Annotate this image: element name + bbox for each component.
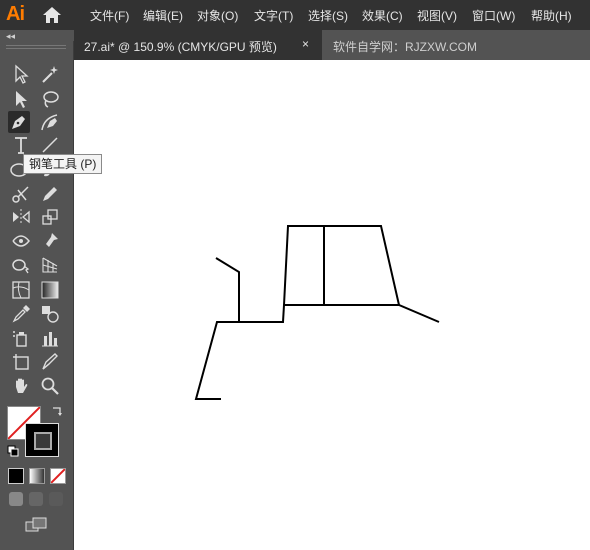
tab-label: 27.ai* @ 150.9% (CMYK/GPU 预览) bbox=[84, 40, 277, 54]
none-mode-button[interactable] bbox=[50, 468, 66, 484]
screen-mode-icon[interactable] bbox=[25, 517, 47, 533]
shape-builder-icon[interactable] bbox=[10, 254, 32, 276]
menu-help[interactable]: 帮助(H) bbox=[531, 7, 572, 24]
pen-tool-icon[interactable] bbox=[8, 111, 30, 133]
tab-document-27[interactable]: 27.ai* @ 150.9% (CMYK/GPU 预览) × bbox=[74, 30, 322, 60]
stroke-swatch[interactable] bbox=[25, 423, 59, 457]
menu-effect[interactable]: 效果(C) bbox=[362, 7, 403, 24]
default-fill-stroke-icon[interactable] bbox=[7, 445, 19, 457]
menu-view[interactable]: 视图(V) bbox=[417, 7, 457, 24]
gradient-icon[interactable] bbox=[39, 279, 61, 301]
panel-collapse-icon[interactable]: ◂◂ bbox=[6, 31, 15, 42]
reflect-icon[interactable] bbox=[10, 206, 32, 228]
eyedropper-icon[interactable] bbox=[10, 303, 32, 325]
stroke-swatch-inner bbox=[34, 432, 52, 450]
selection-tool-icon[interactable] bbox=[10, 63, 32, 85]
menu-window[interactable]: 窗口(W) bbox=[472, 7, 515, 24]
symbol-sprayer-icon[interactable] bbox=[10, 327, 32, 349]
scale-icon[interactable] bbox=[39, 206, 61, 228]
close-icon[interactable]: × bbox=[302, 37, 309, 51]
zoom-icon[interactable] bbox=[39, 375, 61, 397]
draw-behind-icon[interactable] bbox=[29, 492, 43, 506]
menu-object[interactable]: 对象(O) bbox=[197, 7, 238, 24]
magic-wand-icon[interactable] bbox=[39, 63, 61, 85]
home-icon[interactable] bbox=[42, 6, 62, 24]
menu-select[interactable]: 选择(S) bbox=[308, 7, 348, 24]
gradient-mode-button[interactable] bbox=[29, 468, 45, 484]
color-mode-button[interactable] bbox=[8, 468, 24, 484]
puppet-warp-icon[interactable] bbox=[39, 230, 61, 252]
pen-tool-tooltip: 钢笔工具 (P) bbox=[23, 154, 103, 174]
artboard-canvas[interactable] bbox=[74, 60, 590, 550]
app-logo: Ai bbox=[6, 3, 25, 25]
blend-icon[interactable] bbox=[39, 303, 61, 325]
eyedropper-pencil-icon[interactable] bbox=[39, 183, 61, 205]
curvature-icon[interactable] bbox=[39, 111, 61, 133]
artboard-icon[interactable] bbox=[10, 351, 32, 373]
swap-fill-stroke-icon[interactable] bbox=[51, 405, 63, 417]
hand-icon[interactable] bbox=[10, 375, 32, 397]
panel-grip[interactable] bbox=[6, 45, 66, 49]
menu-edit[interactable]: 编辑(E) bbox=[143, 7, 183, 24]
column-graph-icon[interactable] bbox=[39, 327, 61, 349]
slice-icon[interactable] bbox=[39, 351, 61, 373]
draw-inside-icon[interactable] bbox=[49, 492, 63, 506]
menu-file[interactable]: 文件(F) bbox=[90, 7, 129, 24]
perspective-grid-icon[interactable] bbox=[39, 254, 61, 276]
width-tool-icon[interactable] bbox=[10, 230, 32, 252]
tab-rjzxw[interactable]: 软件自学网：RJZXW.COM bbox=[333, 38, 477, 55]
type-tool-icon[interactable] bbox=[10, 134, 32, 156]
lasso-icon[interactable] bbox=[39, 88, 61, 110]
draw-normal-icon[interactable] bbox=[9, 492, 23, 506]
menu-type[interactable]: 文字(T) bbox=[254, 7, 293, 24]
scissors-icon[interactable] bbox=[10, 183, 32, 205]
menu-bar: Ai 文件(F) 编辑(E) 对象(O) 文字(T) 选择(S) 效果(C) 视… bbox=[0, 0, 590, 30]
direct-selection-icon[interactable] bbox=[10, 88, 32, 110]
mesh-tool-icon[interactable] bbox=[10, 279, 32, 301]
line-segment-icon[interactable] bbox=[39, 134, 61, 156]
